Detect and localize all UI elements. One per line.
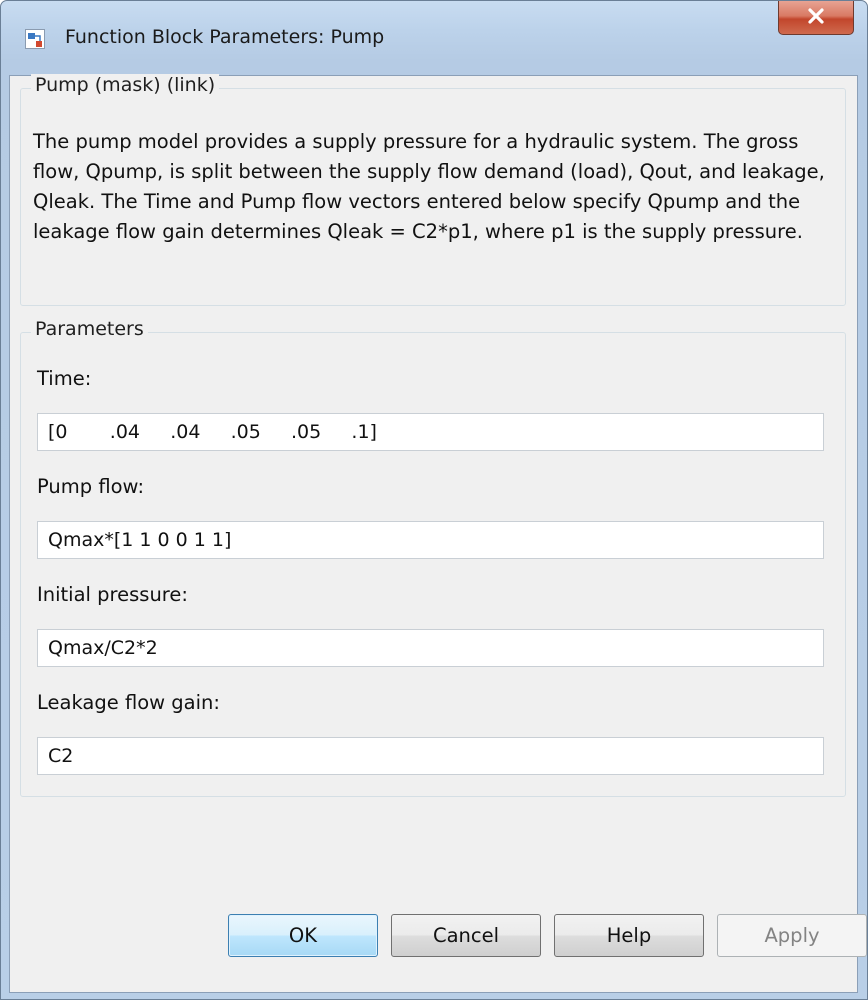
time-label: Time: xyxy=(37,367,92,390)
description-group: Pump (mask) (link) The pump model provid… xyxy=(20,74,846,306)
help-button[interactable]: Help xyxy=(554,914,704,957)
close-button[interactable] xyxy=(778,1,854,35)
parameters-group-legend: Parameters xyxy=(31,318,148,340)
parameters-group: Parameters Time: [0 .04 .04 .05 .05 .1] … xyxy=(20,318,846,797)
title-bar[interactable]: Function Block Parameters: Pump xyxy=(1,1,867,75)
apply-button: Apply xyxy=(717,914,867,957)
time-input[interactable]: [0 .04 .04 .05 .05 .1] xyxy=(37,413,824,451)
pump-flow-input[interactable]: Qmax*[1 1 0 0 1 1] xyxy=(37,521,824,559)
description-group-legend: Pump (mask) (link) xyxy=(31,74,220,96)
ok-button[interactable]: OK xyxy=(228,914,378,957)
window-title: Function Block Parameters: Pump xyxy=(65,26,385,48)
initial-pressure-input[interactable]: Qmax/C2*2 xyxy=(37,629,824,667)
cancel-button[interactable]: Cancel xyxy=(391,914,541,957)
dialog-client-area: Pump (mask) (link) The pump model provid… xyxy=(9,74,867,993)
close-icon xyxy=(806,7,826,29)
block-description: The pump model provides a supply pressur… xyxy=(33,130,825,243)
pump-flow-label: Pump flow: xyxy=(37,475,145,498)
simulink-block-icon xyxy=(25,29,45,49)
leakage-flow-gain-input[interactable]: C2 xyxy=(37,737,824,775)
leakage-flow-gain-label: Leakage flow gain: xyxy=(37,691,220,714)
initial-pressure-label: Initial pressure: xyxy=(37,583,188,606)
dialog-window: Function Block Parameters: Pump Pump (ma… xyxy=(0,0,868,1000)
